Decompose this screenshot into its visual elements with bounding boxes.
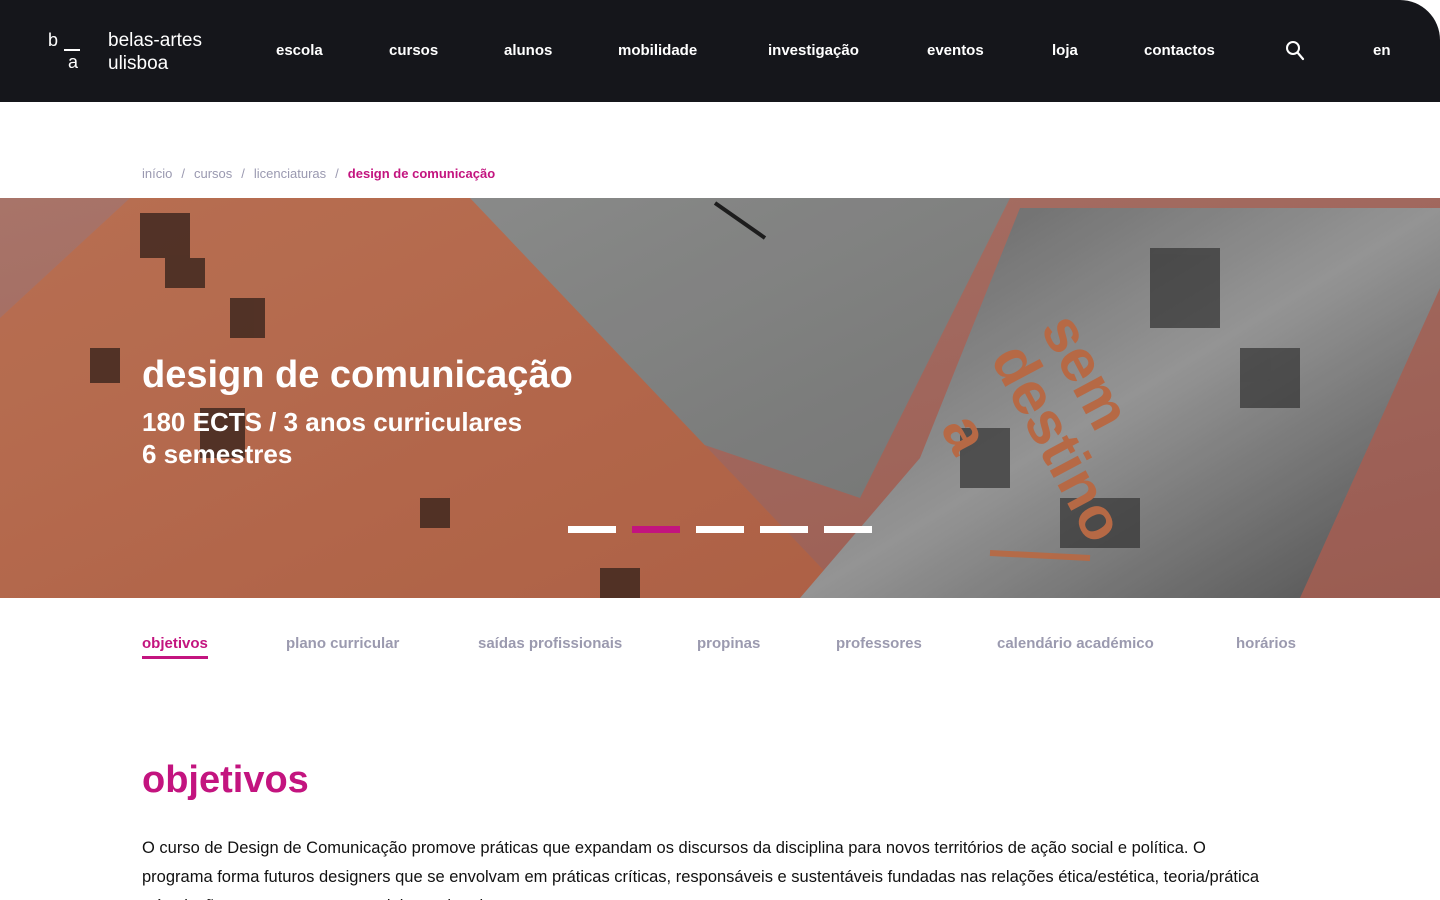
nav-item-cursos[interactable]: cursos <box>389 40 438 62</box>
breadcrumb-separator: / <box>335 166 339 181</box>
slide-indicator-5[interactable] <box>824 526 872 533</box>
logo-divider <box>64 49 80 51</box>
logo-letter-a: a <box>68 52 79 72</box>
breadcrumb: início / cursos / licenciaturas / design de co… <box>142 165 495 183</box>
search-icon[interactable] <box>1285 40 1305 62</box>
hero-banner: sem destino a design de comunicação 180 … <box>0 198 1440 598</box>
logo-line-2: ulisboa <box>108 53 169 74</box>
hero-subtitle-1: 180 ECTS / 3 anos curriculares <box>142 407 523 437</box>
language-switch[interactable]: en <box>1373 40 1391 62</box>
tab-propinas[interactable]: propinas <box>697 632 760 656</box>
tab-saidas-profissionais[interactable]: saídas profissionais <box>478 632 622 656</box>
tab-professores[interactable]: professores <box>836 632 922 656</box>
tab-calendario-academico[interactable]: calendário académico <box>997 632 1154 656</box>
breadcrumb-item-inicio[interactable]: início <box>142 166 172 181</box>
breadcrumb-separator: / <box>241 166 245 181</box>
course-tabs: objetivos plano curricular saídas profis… <box>0 632 1440 662</box>
section-body: O curso de Design de Comunicação promove… <box>142 839 1260 900</box>
breadcrumb-current: design de comunicação <box>347 166 496 181</box>
logo-letter-b: b <box>48 30 59 50</box>
slide-indicator-4[interactable] <box>760 526 808 533</box>
section-title: objetivos <box>142 759 309 801</box>
tab-objetivos[interactable]: objetivos <box>142 632 208 659</box>
nav-item-loja[interactable]: loja <box>1052 40 1078 62</box>
nav-item-eventos[interactable]: eventos <box>927 40 984 62</box>
top-navigation-bar: b a belas-artes ulisboa escola cursos al… <box>0 0 1440 102</box>
nav-item-mobilidade[interactable]: mobilidade <box>618 40 697 62</box>
nav-item-investigacao[interactable]: investigação <box>768 40 859 62</box>
logo-line-1: belas-artes <box>108 30 202 51</box>
hero-subtitle-2: 6 semestres <box>142 439 293 469</box>
tab-plano-curricular[interactable]: plano curricular <box>286 632 399 656</box>
breadcrumb-item-cursos[interactable]: cursos <box>194 166 232 181</box>
logo-mark[interactable]: b a <box>46 30 82 74</box>
nav-item-contactos[interactable]: contactos <box>1144 40 1215 62</box>
slide-indicator-1[interactable] <box>568 526 616 533</box>
breadcrumb-item-licenciaturas[interactable]: licenciaturas <box>254 166 326 181</box>
hero-title: design de comunicação <box>142 354 573 396</box>
slide-indicator-3[interactable] <box>696 526 744 533</box>
page: b a belas-artes ulisboa escola cursos al… <box>0 0 1440 900</box>
nav-item-alunos[interactable]: alunos <box>504 40 552 62</box>
slide-indicator-2[interactable] <box>632 526 680 533</box>
nav-item-escola[interactable]: escola <box>276 40 323 62</box>
hero-image: sem destino a <box>0 198 1440 598</box>
tab-horarios[interactable]: horários <box>1236 632 1296 656</box>
breadcrumb-separator: / <box>181 166 185 181</box>
logo-wordmark[interactable]: belas-artes ulisboa <box>108 29 202 75</box>
